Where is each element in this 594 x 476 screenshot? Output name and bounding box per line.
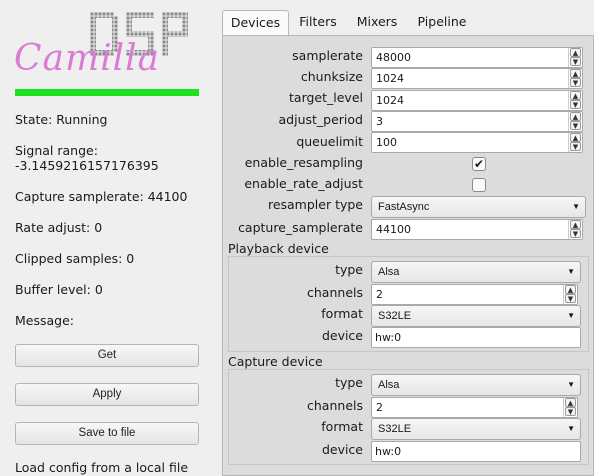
buffer-level-text: Buffer level: 0 [15, 282, 103, 297]
playback-device-label: device [321, 328, 363, 343]
playback-format-select[interactable]: S32LE ▼ [371, 305, 581, 327]
capture-samplerate-text: Capture samplerate: 44100 [15, 189, 188, 204]
chunksize-label: chunksize [300, 69, 363, 84]
enable-resampling-checkbox[interactable]: ✔ [472, 157, 486, 171]
status-panel: Camilla State: Running Signal range: -3.… [0, 0, 214, 476]
enable-rate-adjust-label: enable_rate_adjust [244, 176, 363, 191]
queuelimit-spinbox[interactable]: 100 ▲ ▼ [371, 132, 583, 153]
chevron-down-icon[interactable]: ▼ [565, 407, 576, 416]
message-text: Message: [15, 313, 74, 328]
playback-type-select[interactable]: Alsa ▼ [371, 261, 581, 283]
capture-type-label: type [335, 375, 363, 390]
resampler-type-select[interactable]: FastAsync ▼ [371, 196, 586, 218]
clipped-samples-text: Clipped samples: 0 [15, 251, 135, 266]
enable-resampling-label: enable_resampling [244, 155, 363, 170]
adjust-period-spinbox[interactable]: 3 ▲ ▼ [371, 111, 583, 132]
chevron-down-icon[interactable]: ▼ [570, 78, 581, 87]
resampler-type-label: resampler type [267, 197, 363, 212]
chevron-down-icon[interactable]: ▼ [570, 121, 581, 130]
camilladsp-logo: Camilla [14, 12, 204, 87]
adjust-period-label: adjust_period [278, 112, 363, 127]
playback-format-label: format [321, 306, 363, 321]
chevron-up-icon[interactable]: ▲ [565, 285, 576, 294]
capture-samplerate-label: capture_samplerate [238, 220, 363, 235]
logo-script-text: Camilla [14, 38, 161, 79]
capture-samplerate-value: 44100 [376, 223, 411, 236]
chunksize-spinbox[interactable]: 1024 ▲ ▼ [371, 68, 583, 89]
samplerate-spinbox[interactable]: 48000 ▲ ▼ [371, 47, 583, 68]
state-text: State: Running [15, 112, 108, 127]
tab-mixers[interactable]: Mixers [348, 10, 406, 36]
chevron-up-icon[interactable]: ▲ [570, 220, 581, 229]
chevron-down-icon[interactable]: ▼ [570, 57, 581, 66]
samplerate-value: 48000 [376, 51, 411, 64]
chevron-up-icon[interactable]: ▲ [570, 48, 581, 57]
capture-device-input[interactable]: hw:0 [371, 441, 581, 462]
playback-type-label: type [335, 262, 363, 277]
save-to-file-button[interactable]: Save to file [15, 422, 199, 445]
capture-format-select[interactable]: S32LE ▼ [371, 418, 581, 440]
chevron-down-icon: ▼ [567, 424, 575, 433]
capture-device-title: Capture device [228, 354, 323, 369]
capture-samplerate-spinbox[interactable]: 44100 ▲ ▼ [371, 219, 583, 240]
target-level-value: 1024 [376, 94, 404, 107]
chevron-down-icon: ▼ [567, 380, 575, 389]
capture-type-select[interactable]: Alsa ▼ [371, 374, 581, 396]
apply-button[interactable]: Apply [15, 383, 199, 406]
chevron-up-icon[interactable]: ▲ [570, 133, 581, 142]
playback-device-input[interactable]: hw:0 [371, 327, 581, 348]
rate-adjust-text: Rate adjust: 0 [15, 220, 103, 235]
capture-channels-spinbox[interactable]: 2 ▲ ▼ [371, 397, 578, 418]
playback-channels-spinbox[interactable]: 2 ▲ ▼ [371, 284, 578, 305]
chevron-down-icon[interactable]: ▼ [565, 294, 576, 303]
queuelimit-label: queuelimit [296, 134, 363, 149]
chevron-up-icon[interactable]: ▲ [570, 69, 581, 78]
state-indicator-bar [15, 89, 199, 96]
chevron-down-icon[interactable]: ▼ [570, 229, 581, 238]
tab-pipeline[interactable]: Pipeline [410, 10, 474, 36]
adjust-period-value: 3 [376, 115, 383, 128]
get-button[interactable]: Get [15, 344, 199, 367]
chevron-up-icon[interactable]: ▲ [570, 91, 581, 100]
signal-range-value: -3.1459216157176395 [15, 158, 159, 173]
capture-format-label: format [321, 419, 363, 434]
tab-devices[interactable]: Devices [222, 10, 289, 36]
target-level-label: target_level [289, 90, 363, 105]
capture-channels-label: channels [307, 398, 363, 413]
chevron-down-icon: ▼ [572, 202, 580, 211]
chevron-up-icon[interactable]: ▲ [570, 112, 581, 121]
playback-device-title: Playback device [228, 241, 329, 256]
samplerate-label: samplerate [292, 48, 363, 63]
chevron-down-icon[interactable]: ▼ [570, 100, 581, 109]
playback-channels-label: channels [307, 285, 363, 300]
signal-range-label: Signal range: [15, 143, 98, 158]
queuelimit-value: 100 [376, 136, 397, 149]
enable-rate-adjust-checkbox[interactable] [472, 178, 486, 192]
capture-device-label: device [321, 442, 363, 457]
target-level-spinbox[interactable]: 1024 ▲ ▼ [371, 90, 583, 111]
tab-filters[interactable]: Filters [292, 10, 344, 36]
chevron-up-icon[interactable]: ▲ [565, 398, 576, 407]
chunksize-value: 1024 [376, 72, 404, 85]
chevron-down-icon: ▼ [567, 311, 575, 320]
load-config-label[interactable]: Load config from a local file [15, 460, 188, 475]
checkmark-icon: ✔ [473, 157, 485, 171]
chevron-down-icon: ▼ [567, 267, 575, 276]
chevron-down-icon[interactable]: ▼ [570, 142, 581, 151]
